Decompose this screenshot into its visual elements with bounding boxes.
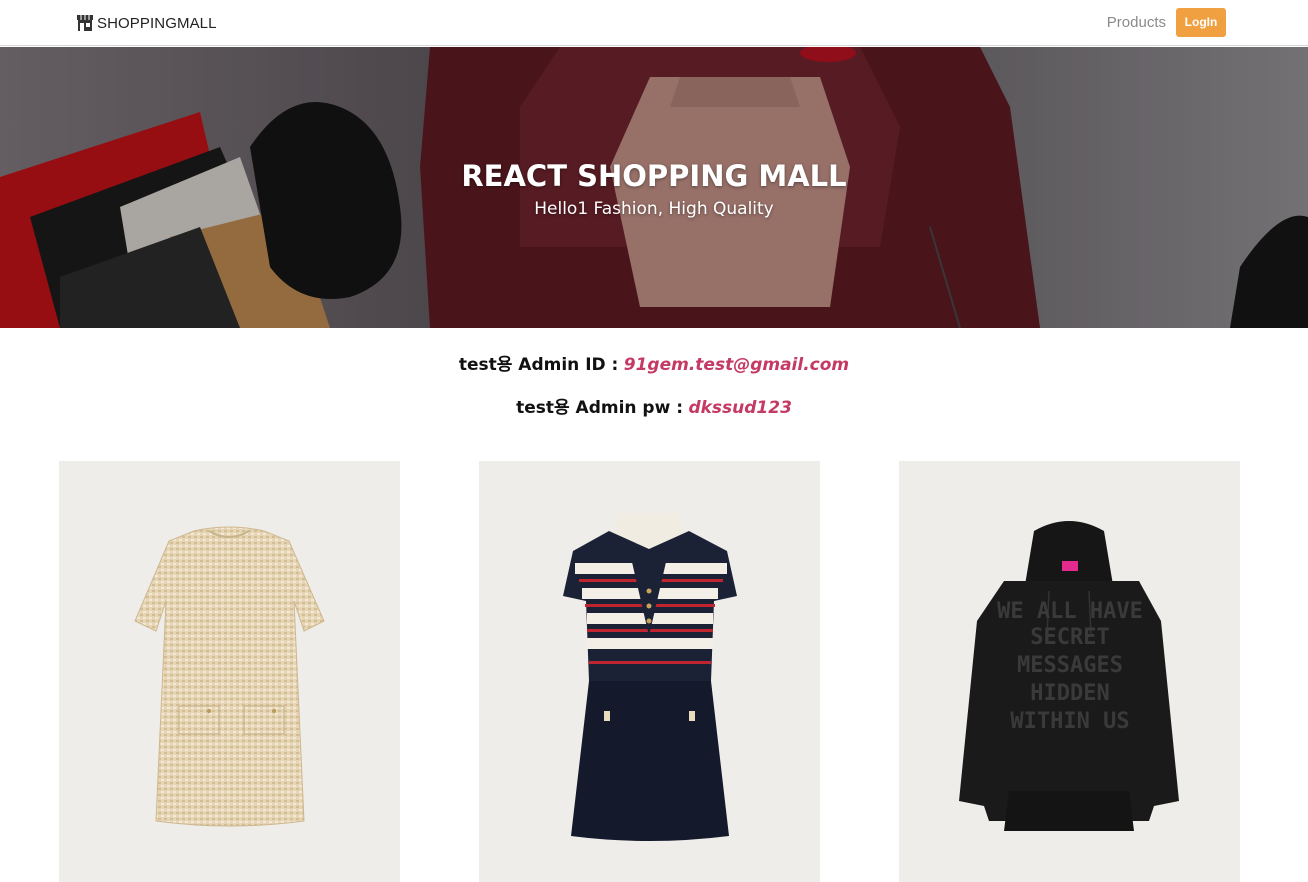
hoodie-print-line: MESSAGES xyxy=(1017,653,1123,678)
tweed-dress-image xyxy=(134,526,325,827)
admin-id-label: test용 Admin ID : xyxy=(458,355,619,375)
products-link[interactable]: Products xyxy=(1107,14,1166,31)
product-card[interactable] xyxy=(479,461,820,882)
hero-banner: REACT SHOPPING MALL Hello1 Fashion, High… xyxy=(0,47,1308,328)
hoodie-print-line: WE ALL HAVE xyxy=(997,599,1143,624)
product-card[interactable]: WE ALL HAVE SECRET MESSAGES HIDDEN WITHI… xyxy=(899,461,1240,882)
login-button[interactable]: LogIn xyxy=(1176,7,1226,37)
hoodie-print-line: WITHIN US xyxy=(1010,709,1129,734)
admin-pw-label: test용 Admin pw : xyxy=(516,398,684,418)
nav-right: Products LogIn xyxy=(1107,7,1226,37)
admin-id-line: test용 Admin ID : 91gem.test@gmail.com xyxy=(0,350,1308,375)
store-icon xyxy=(76,14,94,32)
navbar: SHOPPINGMALL Products LogIn xyxy=(0,0,1308,46)
brand-label: SHOPPINGMALL xyxy=(97,14,217,32)
hero-title: REACT SHOPPING MALL xyxy=(461,159,847,193)
hoodie-print-line: HIDDEN xyxy=(1030,681,1109,706)
brand-link[interactable]: SHOPPINGMALL xyxy=(76,12,217,34)
admin-pw-value: dkssud123 xyxy=(688,398,792,418)
hoodie-print: WE ALL HAVE SECRET MESSAGES HIDDEN WITHI… xyxy=(997,599,1143,734)
striped-dress-image xyxy=(563,513,737,841)
admin-pw-line: test용 Admin pw : dkssud123 xyxy=(0,393,1308,418)
hoodie-print-line: SECRET xyxy=(1030,625,1109,650)
hero-subtitle: Hello1 Fashion, High Quality xyxy=(534,199,774,219)
product-card[interactable] xyxy=(59,461,400,882)
hoodie-image: WE ALL HAVE SECRET MESSAGES HIDDEN WITHI… xyxy=(959,521,1179,831)
admin-id-value: 91gem.test@gmail.com xyxy=(623,355,850,375)
